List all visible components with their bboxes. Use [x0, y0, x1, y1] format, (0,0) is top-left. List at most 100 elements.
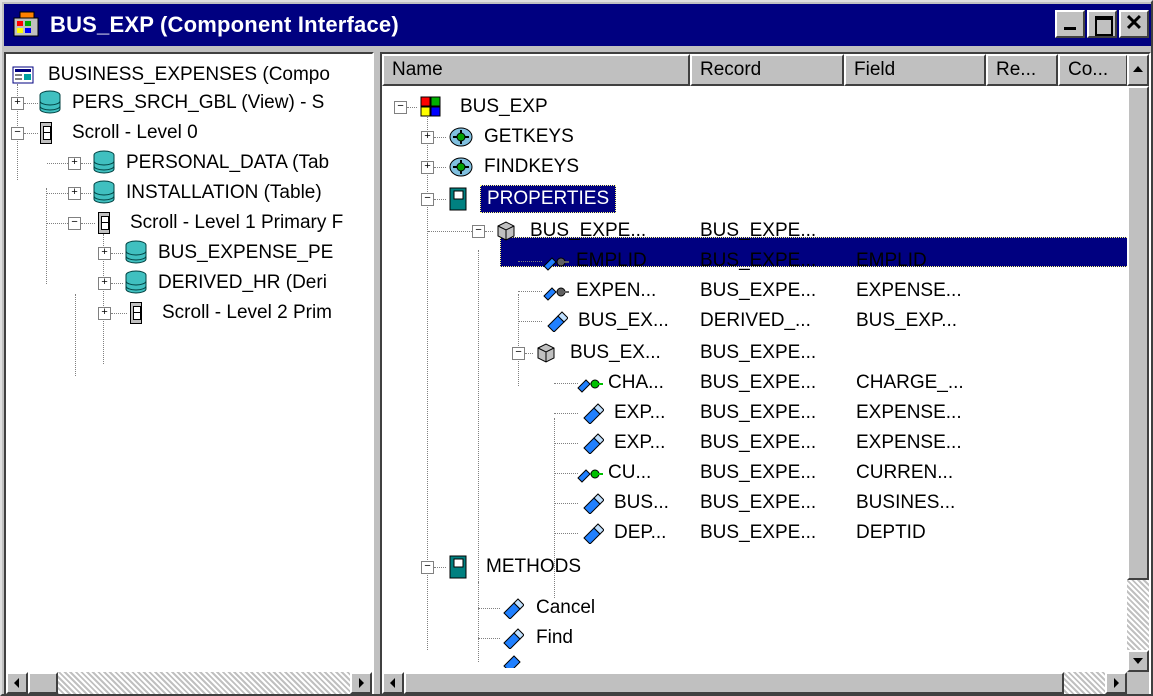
tree-item-exp[interactable]: EXP... — [582, 398, 665, 428]
right-horizontal-scrollbar[interactable] — [382, 672, 1127, 694]
close-button[interactable]: ✕ — [1119, 10, 1149, 38]
property-icon — [583, 523, 604, 544]
cell-record: DERIVED_... — [700, 310, 811, 331]
tree-item-find[interactable]: Find — [502, 623, 573, 653]
column-header-name[interactable]: Name — [382, 54, 690, 86]
tree-item-installation[interactable]: INSTALLATION (Table) — [92, 178, 322, 208]
database-icon — [125, 240, 147, 264]
tree-item-emplid[interactable]: EMPLID — [542, 246, 647, 276]
column-header-re[interactable]: Re... — [986, 54, 1058, 86]
scroll-icon — [130, 302, 142, 324]
tree-item-bus-ex[interactable]: BUS_EX... — [546, 306, 669, 336]
tree-item-label: DERIVED_HR (Deri — [158, 272, 327, 293]
tree-item-cu[interactable]: CU... — [576, 458, 651, 488]
property-icon — [547, 311, 568, 332]
tree-item-label: BUS_EXPENSE_PE — [158, 242, 334, 263]
minimize-button[interactable] — [1055, 10, 1085, 38]
cell-record: BUS_EXPE... — [700, 220, 817, 241]
collapse-toggle[interactable]: − — [394, 101, 407, 114]
tree-item-getkeys[interactable]: GETKEYS — [448, 122, 574, 152]
database-icon — [125, 270, 147, 294]
tree-item-cha[interactable]: CHA... — [576, 368, 664, 398]
scroll-left-button[interactable] — [382, 672, 404, 694]
scroll-icon — [98, 212, 110, 234]
collapse-toggle[interactable]: − — [472, 225, 485, 238]
cell-record: BUS_EXPE... — [700, 402, 817, 423]
expand-toggle[interactable]: + — [68, 157, 81, 170]
column-header-co[interactable]: Co... — [1058, 54, 1128, 86]
method-icon — [503, 598, 524, 619]
scroll-icon — [40, 122, 52, 144]
tree-item-label: EMPLID — [576, 250, 647, 271]
tree-item-pers-srch-gbl[interactable]: PERS_SRCH_GBL (View) - S — [38, 88, 324, 118]
collapse-toggle[interactable]: − — [512, 347, 525, 360]
database-icon — [39, 90, 61, 114]
database-icon — [93, 150, 115, 174]
tree-item-label: DEP... — [614, 522, 667, 543]
tree-item-exp[interactable]: EXP... — [582, 428, 665, 458]
cell-record: BUS_EXPE... — [700, 432, 817, 453]
tree-item-business-expenses[interactable]: BUSINESS_EXPENSES (Compo — [12, 60, 330, 90]
collapse-toggle[interactable]: − — [68, 217, 81, 230]
left-horizontal-scrollbar[interactable] — [6, 672, 372, 694]
tree-item-label: GETKEYS — [484, 126, 574, 147]
scroll-right-button[interactable] — [350, 672, 372, 694]
scroll-right-button[interactable] — [1105, 672, 1127, 694]
expand-toggle[interactable]: + — [68, 187, 81, 200]
tree-item-bus-expense-pe[interactable]: BUS_EXPENSE_PE — [124, 238, 333, 268]
expand-toggle[interactable]: + — [421, 131, 434, 144]
tree-item-findkeys[interactable]: FINDKEYS — [448, 152, 579, 182]
property-icon — [583, 433, 604, 454]
scroll-down-button[interactable] — [1127, 650, 1149, 672]
tree-item-cancel[interactable]: Cancel — [502, 593, 595, 623]
tree-item-derived-hr[interactable]: DERIVED_HR (Deri — [124, 268, 327, 298]
tree-item-collection[interactable]: BUS_EX... — [534, 338, 661, 368]
tree-item-label: EXP... — [614, 402, 666, 423]
tree-item-label: INSTALLATION (Table) — [126, 182, 322, 203]
tree-item-label: Find — [536, 627, 573, 648]
expand-toggle[interactable]: + — [98, 277, 111, 290]
tree-item-properties[interactable]: PROPERTIES — [448, 184, 617, 214]
scroll-up-button[interactable] — [1127, 54, 1149, 86]
scroll-thumb[interactable] — [28, 672, 58, 694]
expand-toggle[interactable]: + — [98, 247, 111, 260]
tree-item-personal-data[interactable]: PERSONAL_DATA (Tab — [92, 148, 329, 178]
cell-field: EXPENSE... — [856, 280, 962, 301]
column-header-record[interactable]: Record — [690, 54, 844, 86]
maximize-button[interactable] — [1087, 10, 1117, 38]
key-property-green-icon — [577, 469, 603, 483]
cell-record: BUS_EXPE... — [700, 492, 817, 513]
cell-field: BUSINES... — [856, 492, 956, 513]
tree-item-label: EXPEN... — [576, 280, 657, 301]
expand-toggle[interactable]: + — [11, 97, 24, 110]
tree-item-expen[interactable]: EXPEN... — [542, 276, 656, 306]
component-interface-list-pane: Name Record Field Re... Co... − BUS_EXP … — [380, 52, 1151, 694]
tree-item-bus-exp[interactable]: BUS_EXP — [420, 92, 548, 122]
collapse-toggle[interactable]: − — [421, 561, 434, 574]
collapse-toggle[interactable]: − — [421, 193, 434, 206]
book-icon — [449, 187, 467, 211]
title-bar[interactable]: BUS_EXP (Component Interface) ✕ — [4, 4, 1151, 46]
right-vertical-scrollbar[interactable] — [1127, 54, 1149, 672]
key-property-green-icon — [577, 379, 603, 393]
column-header-field[interactable]: Field — [844, 54, 986, 86]
tree-item-collection[interactable]: BUS_EXPE... — [494, 216, 646, 246]
tree-item-bus[interactable]: BUS... — [582, 488, 669, 518]
scroll-left-button[interactable] — [6, 672, 28, 694]
tree-item-methods[interactable]: METHODS — [448, 552, 581, 582]
tree-item-dep[interactable]: DEP... — [582, 518, 666, 548]
scroll-thumb[interactable] — [1127, 86, 1149, 580]
cell-record: BUS_EXPE... — [700, 280, 817, 301]
collapse-toggle[interactable]: − — [11, 127, 24, 140]
collection-icon — [537, 343, 555, 363]
scroll-thumb[interactable] — [404, 672, 1064, 694]
tree-item-scroll-level-0[interactable]: Scroll - Level 0 — [40, 118, 198, 148]
cell-field: EXPENSE... — [856, 432, 962, 453]
tree-item-label: BUS_EXPE... — [530, 220, 647, 241]
expand-toggle[interactable]: + — [421, 161, 434, 174]
method-icon — [503, 628, 524, 649]
expand-toggle[interactable]: + — [98, 307, 111, 320]
tree-item-scroll-level-1[interactable]: Scroll - Level 1 Primary F — [98, 208, 343, 238]
tree-item-label: PROPERTIES — [480, 185, 617, 213]
tree-item-scroll-level-2[interactable]: Scroll - Level 2 Prim — [130, 298, 332, 328]
